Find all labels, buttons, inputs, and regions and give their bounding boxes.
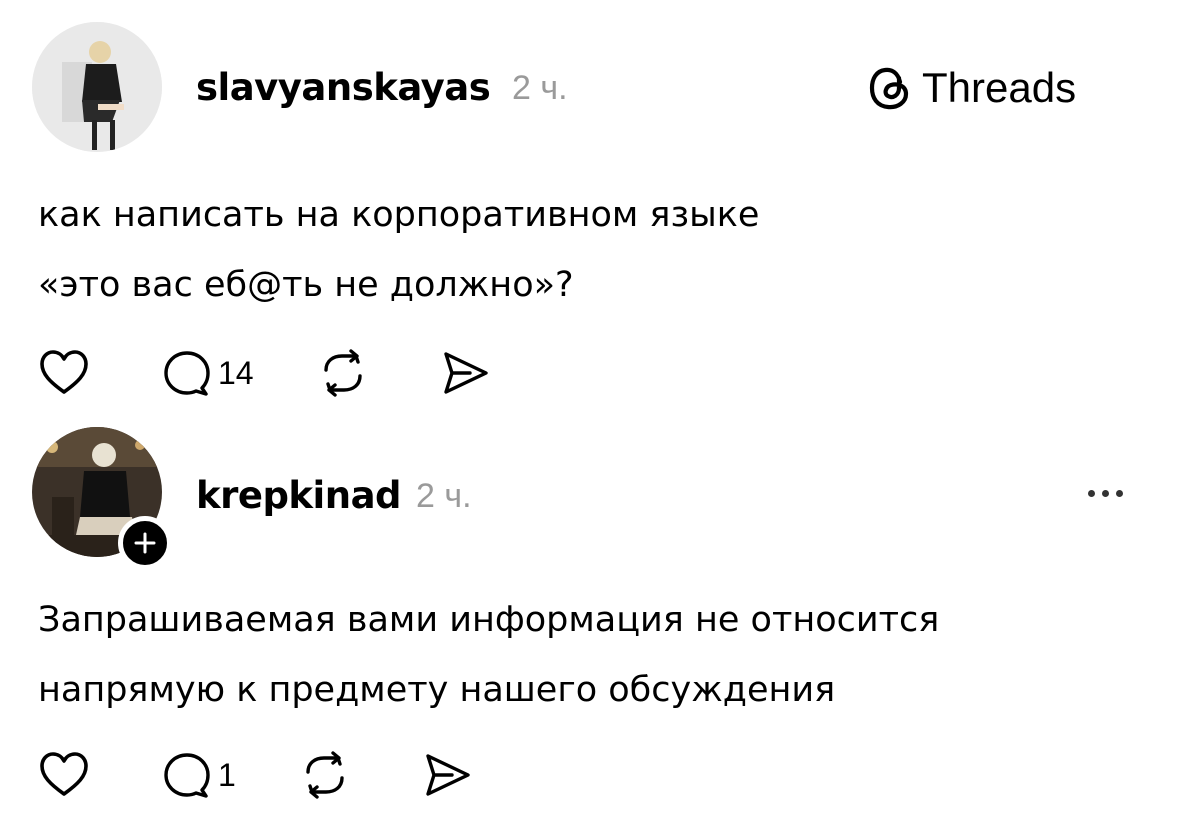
- dot-icon: [1102, 490, 1109, 497]
- threads-brand: Threads: [868, 64, 1076, 112]
- post-text-line: как написать на корпоративном языке: [38, 195, 760, 235]
- avatar-photo: [32, 22, 162, 152]
- reply-button[interactable]: 1: [162, 750, 236, 800]
- send-icon: [426, 754, 470, 796]
- more-options-button[interactable]: [1088, 490, 1123, 497]
- post-text-line: Запрашиваемая вами информация не относит…: [38, 600, 940, 640]
- username[interactable]: slavyanskayas: [196, 66, 491, 109]
- post-body: Запрашиваемая вами информация не относит…: [38, 585, 939, 725]
- post-body: как написать на корпоративном языке «это…: [38, 180, 759, 320]
- username[interactable]: krepkinad: [196, 474, 402, 517]
- threads-logo-icon: [869, 67, 909, 110]
- share-button[interactable]: [422, 752, 472, 798]
- brand-name: Threads: [922, 64, 1077, 111]
- repost-icon: [306, 751, 344, 799]
- follow-button[interactable]: [118, 516, 172, 570]
- comment-icon: [164, 753, 210, 798]
- reply-button[interactable]: 14: [162, 348, 254, 398]
- repost-icon: [323, 349, 362, 397]
- post-text-line: напрямую к предмету нашего обсуждения: [38, 670, 836, 710]
- like-button[interactable]: [38, 751, 90, 799]
- plus-icon: [134, 532, 156, 554]
- post-actions: 14: [38, 348, 490, 398]
- repost-button[interactable]: [318, 348, 368, 398]
- like-button[interactable]: [38, 349, 90, 397]
- heart-icon: [40, 752, 88, 796]
- share-button[interactable]: [440, 350, 490, 396]
- post-actions: 1: [38, 750, 472, 800]
- dot-icon: [1116, 490, 1123, 497]
- send-icon: [443, 352, 488, 394]
- repost-button[interactable]: [300, 750, 350, 800]
- comment-icon: [164, 351, 210, 396]
- heart-icon: [40, 350, 88, 394]
- post-text-line: «это вас еб@ть не должно»?: [38, 265, 574, 305]
- post-time: 2 ч.: [416, 477, 472, 515]
- post-time: 2 ч.: [512, 69, 568, 107]
- reply-count: 1: [218, 756, 236, 793]
- reply-count: 14: [218, 354, 254, 391]
- avatar[interactable]: [32, 22, 162, 152]
- dot-icon: [1088, 490, 1095, 497]
